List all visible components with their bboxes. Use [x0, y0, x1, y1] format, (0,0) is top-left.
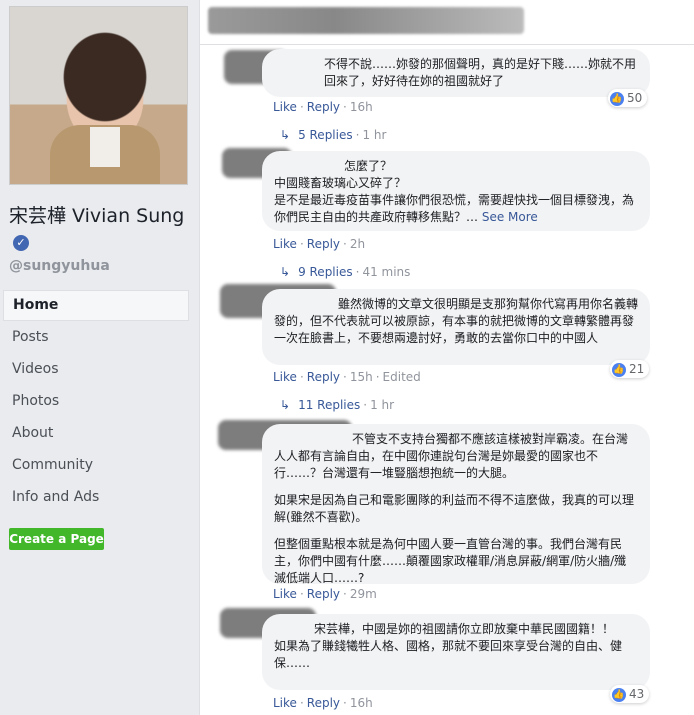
- timestamp[interactable]: 15h: [350, 370, 373, 384]
- like-link[interactable]: Like: [273, 237, 297, 251]
- page-nav: Home Posts Videos Photos About Community…: [3, 290, 189, 513]
- verified-badge-icon: ✓: [13, 234, 29, 251]
- like-link[interactable]: Like: [273, 696, 297, 710]
- profile-name-text: 宋芸樺 Vivian Sung: [9, 205, 185, 227]
- replies-time: 41 mins: [362, 265, 411, 279]
- comment-actions: Like · Reply · 29m: [273, 587, 377, 601]
- comment-text: 怎麼了？: [344, 159, 393, 173]
- reply-link[interactable]: Reply: [307, 696, 340, 710]
- reply-link[interactable]: Reply: [307, 587, 340, 601]
- see-more-link[interactable]: See More: [482, 210, 538, 224]
- comment-bubble: 宋芸樺，中國是妳的祖國請你立即放棄中華民國國籍！！ 如果為了賺錢犧牲人格、國格，…: [262, 614, 650, 690]
- comment-text: 不得不說……妳發的那個聲明，真的是好下賤……妳就不用回來了，好好待在妳的祖國就好…: [324, 57, 637, 88]
- nav-item-photos[interactable]: Photos: [3, 385, 189, 417]
- reply-arrow-icon: ↳: [280, 128, 291, 142]
- photo-collar: [90, 127, 120, 167]
- profile-photo[interactable]: [9, 6, 188, 185]
- reply-arrow-icon: ↳: [280, 398, 291, 412]
- replies-count: 11 Replies: [298, 398, 361, 412]
- reaction-number: 21: [629, 362, 645, 376]
- like-link[interactable]: Like: [273, 100, 297, 114]
- reply-link[interactable]: Reply: [307, 370, 340, 384]
- like-reaction-icon: 👍: [612, 687, 626, 702]
- create-page-button[interactable]: Create a Page: [9, 528, 104, 550]
- nav-item-posts[interactable]: Posts: [3, 321, 189, 353]
- page-title[interactable]: 宋芸樺 Vivian Sung ✓: [9, 203, 189, 255]
- comment-text: 但整個重點根本就是為何中國人要一直管台灣的事。我們台灣有民主，你們中國有什麼………: [274, 537, 627, 585]
- reaction-count[interactable]: 👍 43: [610, 685, 650, 703]
- nav-item-videos[interactable]: Videos: [3, 353, 189, 385]
- comment-text: 中國賤畜玻璃心又碎了？: [274, 176, 407, 190]
- comment-text: 如果為了賺錢犧牲人格、國格，那就不要回來享受台灣的自由、健保……: [274, 639, 623, 670]
- comment-text: 宋芸樺，中國是妳的祖國請你立即放棄中華民國國籍！！: [314, 622, 615, 636]
- like-reaction-icon: 👍: [610, 91, 624, 106]
- nav-item-community[interactable]: Community: [3, 449, 189, 481]
- view-replies[interactable]: ↳ 9 Replies · 41 mins: [280, 265, 410, 279]
- replies-count: 9 Replies: [298, 265, 353, 279]
- timestamp[interactable]: 29m: [350, 587, 377, 601]
- reply-link[interactable]: Reply: [307, 100, 340, 114]
- reply-link[interactable]: Reply: [307, 237, 340, 251]
- nav-item-about[interactable]: About: [3, 417, 189, 449]
- reaction-number: 50: [627, 91, 643, 105]
- nav-item-home[interactable]: Home: [3, 290, 189, 321]
- like-reaction-icon: 👍: [612, 362, 626, 377]
- like-link[interactable]: Like: [273, 370, 297, 384]
- nav-item-info-and-ads[interactable]: Info and Ads: [3, 481, 189, 513]
- timestamp[interactable]: 2h: [350, 237, 365, 251]
- comment-bubble: 雖然微博的文章文很明顯是支那狗幫你代寫再用你名義轉發的，但不代表就可以被原諒，有…: [262, 289, 650, 365]
- comment-bubble: 怎麼了？ 中國賤畜玻璃心又碎了？ 是不是最近毒疫苗事件讓你們很恐慌，需要趕快找一…: [262, 151, 650, 231]
- comment-actions: Like · Reply · 2h: [273, 237, 366, 251]
- reaction-count[interactable]: 👍 50: [608, 89, 648, 107]
- comments-panel: 不得不說……妳發的那個聲明，真的是好下賤……妳就不用回來了，好好待在妳的祖國就好…: [199, 0, 694, 715]
- replies-time: 1 hr: [370, 398, 395, 412]
- redacted-header: [208, 7, 524, 34]
- reply-arrow-icon: ↳: [280, 265, 291, 279]
- edited-label[interactable]: Edited: [383, 370, 421, 384]
- left-sidebar: 宋芸樺 Vivian Sung ✓ @sungyuhua Home Posts V…: [0, 0, 198, 715]
- comment-bubble: 不管支不支持台獨都不應該這樣被對岸霸凌。在台灣人人都有言論自由，在中國你連說句台…: [262, 424, 650, 585]
- like-link[interactable]: Like: [273, 587, 297, 601]
- replies-time: 1 hr: [362, 128, 387, 142]
- replies-count: 5 Replies: [298, 128, 353, 142]
- divider: [200, 44, 694, 45]
- reaction-count[interactable]: 👍 21: [610, 360, 650, 378]
- comment-text: 雖然微博的文章文很明顯是支那狗幫你代寫再用你名義轉發的，但不代表就可以被原諒，有…: [274, 297, 639, 345]
- view-replies[interactable]: ↳ 5 Replies · 1 hr: [280, 128, 386, 142]
- comment-actions: Like · Reply · 16h: [273, 696, 373, 710]
- comment-text: 如果宋是因為自己和電影團隊的利益而不得不這麼做，我真的可以理解(雖然不喜歡)。: [274, 493, 635, 524]
- comment-bubble: 不得不說……妳發的那個聲明，真的是好下賤……妳就不用回來了，好好待在妳的祖國就好…: [262, 49, 650, 97]
- timestamp[interactable]: 16h: [350, 696, 373, 710]
- comment-text: 是不是最近毒疫苗事件讓你們很恐慌，需要趕快找一個目標發洩，為你們民主自由的共產政…: [274, 193, 635, 224]
- profile-handle[interactable]: @sungyuhua: [9, 258, 110, 274]
- view-replies[interactable]: ↳ 11 Replies · 1 hr: [280, 398, 394, 412]
- timestamp[interactable]: 16h: [350, 100, 373, 114]
- comment-actions: Like · Reply · 16h: [273, 100, 373, 114]
- reaction-number: 43: [629, 687, 645, 701]
- comment-actions: Like · Reply · 15h · Edited: [273, 370, 421, 384]
- comment-text: 不管支不支持台獨都不應該這樣被對岸霸凌。在台灣人人都有言論自由，在中國你連說句台…: [274, 432, 629, 480]
